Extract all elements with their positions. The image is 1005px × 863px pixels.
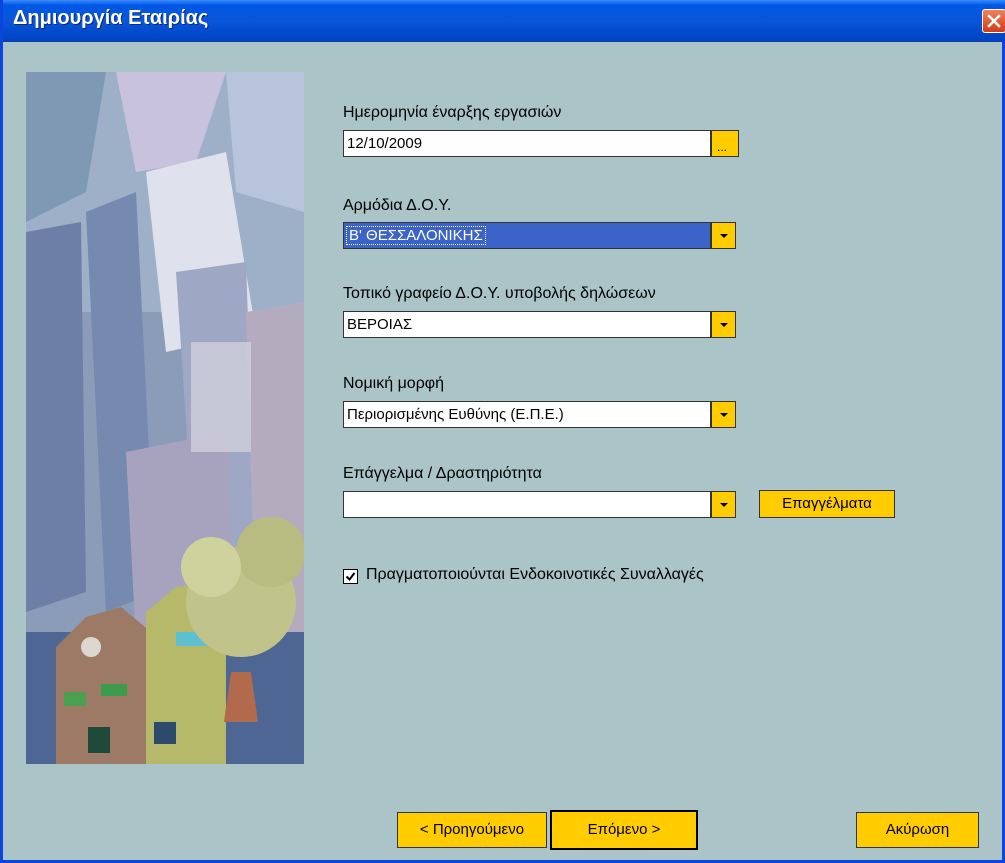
window-title: Δημιουργία Εταιρίας	[13, 7, 209, 29]
local-office-select[interactable]: ΒΕΡΟΙΑΣ	[343, 311, 711, 338]
profession-select[interactable]	[343, 491, 711, 518]
professions-button[interactable]: Επαγγέλματα	[759, 490, 895, 518]
tax-office-value: Β' ΘΕΣΣΑΛΟΝΙΚΗΣ	[346, 226, 486, 245]
profession-label: Επάγγελμα / Δραστηριότητα	[343, 465, 542, 482]
legal-form-label: Νομική μορφή	[343, 375, 445, 392]
legal-form-dropdown-button[interactable]	[711, 401, 736, 428]
chevron-down-icon	[720, 503, 728, 507]
chevron-down-icon	[720, 234, 728, 238]
start-date-label: Ημερομηνία έναρξης εργασιών	[343, 104, 562, 121]
chevron-down-icon	[720, 413, 728, 417]
local-office-dropdown-button[interactable]	[711, 311, 736, 338]
close-icon	[987, 14, 1001, 28]
tax-office-label: Αρμόδια Δ.Ο.Υ.	[343, 197, 452, 214]
dialog-window: Δημιουργία Εταιρίας Ημερομηνία έναρξης ε…	[0, 0, 1005, 863]
next-button[interactable]: Επόμενο >	[550, 810, 698, 850]
check-icon	[345, 572, 356, 582]
intra-community-label[interactable]: Πραγματοποιούνται Ενδοκοινοτικές Συναλλα…	[366, 566, 704, 584]
profession-dropdown-button[interactable]	[711, 491, 736, 518]
date-picker-label: ...	[717, 140, 728, 154]
legal-form-select[interactable]: Περιορισμένης Ευθύνης (Ε.Π.Ε.)	[343, 401, 711, 428]
previous-button[interactable]: < Προηγούμενο	[397, 812, 547, 848]
date-picker-button[interactable]: ...	[711, 130, 739, 157]
intra-community-checkbox[interactable]	[343, 569, 358, 584]
title-bar[interactable]: Δημιουργία Εταιρίας	[3, 0, 1005, 42]
close-button[interactable]	[982, 9, 1005, 33]
tax-office-select[interactable]: Β' ΘΕΣΣΑΛΟΝΙΚΗΣ	[343, 222, 711, 249]
cancel-button[interactable]: Ακύρωση	[856, 812, 979, 848]
chevron-down-icon	[720, 323, 728, 327]
local-office-label: Τοπικό γραφείο Δ.Ο.Υ. υποβολής δηλώσεων	[343, 285, 656, 302]
tax-office-dropdown-button[interactable]	[711, 222, 736, 249]
start-date-input[interactable]: 12/10/2009	[343, 130, 711, 157]
decorative-artwork	[26, 72, 304, 764]
